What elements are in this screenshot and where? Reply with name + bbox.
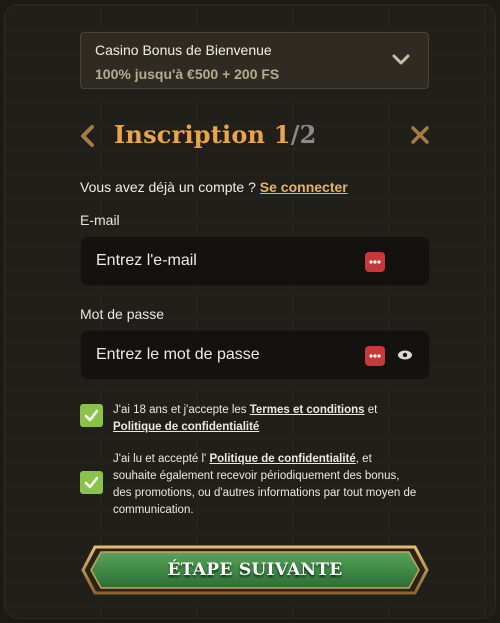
checkmark-icon	[84, 476, 99, 489]
registration-panel: Casino Bonus de Bienvenue 100% jusqu'à €…	[4, 4, 496, 619]
marketing-consent: J'ai lu et accepté l' Politique de confi…	[113, 451, 418, 519]
age-terms-consent: J'ai 18 ans et j'accepte les Termes et c…	[113, 402, 418, 436]
title-text: Inscription	[114, 120, 266, 149]
bonus-title: Casino Bonus de Bienvenue	[95, 42, 272, 58]
chevron-left-icon[interactable]	[80, 125, 96, 147]
close-icon[interactable]	[410, 125, 430, 145]
password-field-wrapper	[80, 330, 430, 380]
checkmark-icon	[84, 409, 99, 422]
consent2-text-before: J'ai lu et accepté l'	[113, 453, 210, 465]
consent1-text-before: J'ai 18 ans et j'accepte les	[113, 404, 250, 416]
email-label: E-mail	[80, 212, 120, 228]
login-link[interactable]: Se connecter	[260, 179, 348, 195]
form-header: Inscription 1/2	[80, 120, 430, 151]
consent1-text-middle: et	[364, 404, 378, 416]
marketing-consent-checkbox[interactable]	[80, 471, 103, 494]
password-manager-icon[interactable]	[365, 346, 385, 366]
password-manager-icon[interactable]	[365, 252, 385, 272]
next-step-label: ÉTAPE SUIVANTE	[167, 560, 343, 580]
eye-icon[interactable]	[397, 349, 413, 361]
step-total: 2	[299, 120, 317, 149]
age-terms-checkbox[interactable]	[80, 404, 103, 427]
next-step-button[interactable]: ÉTAPE SUIVANTE	[81, 543, 429, 597]
page-title: Inscription 1/2	[114, 120, 317, 149]
privacy-link-2[interactable]: Politique de confidentialité	[209, 453, 355, 465]
step-current: 1	[273, 120, 291, 149]
privacy-link[interactable]: Politique de confidentialité	[113, 421, 259, 433]
email-field-wrapper	[80, 236, 430, 286]
step-separator: /	[290, 120, 300, 149]
password-label: Mot de passe	[80, 306, 165, 322]
login-prompt: Vous avez déjà un compte ? Se connecter	[80, 179, 348, 195]
bonus-selector[interactable]: Casino Bonus de Bienvenue 100% jusqu'à €…	[80, 32, 429, 89]
bonus-subtitle: 100% jusqu'à €500 + 200 FS	[95, 66, 280, 82]
terms-link[interactable]: Termes et conditions	[250, 404, 365, 416]
chevron-down-icon[interactable]	[392, 53, 410, 67]
login-prompt-text: Vous avez déjà un compte ?	[80, 179, 256, 195]
